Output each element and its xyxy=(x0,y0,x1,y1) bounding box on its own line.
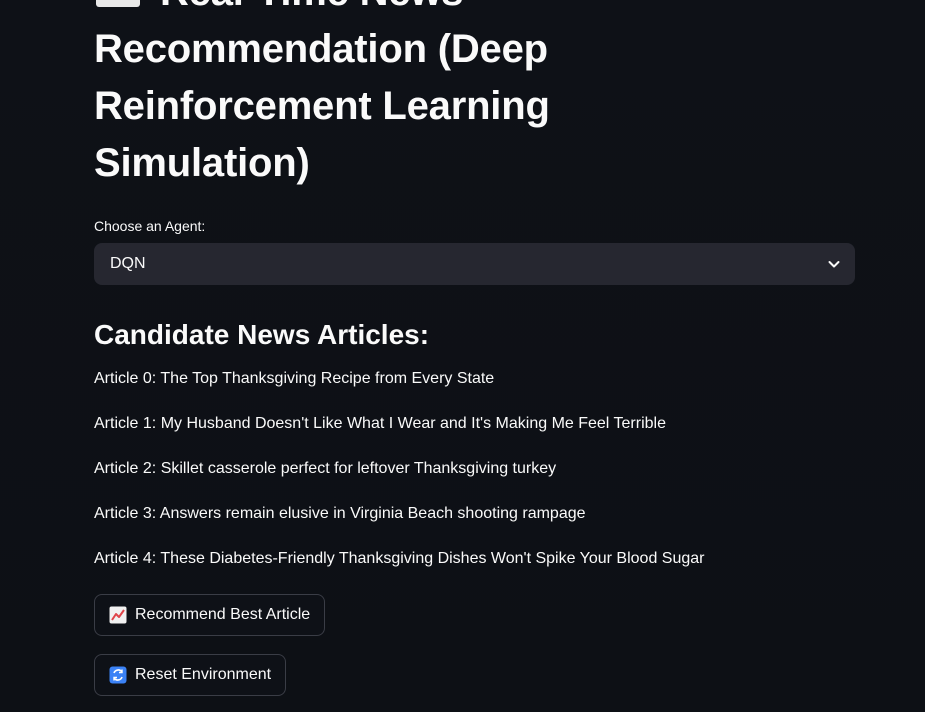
list-item: Article 0: The Top Thanksgiving Recipe f… xyxy=(94,370,495,387)
agent-select-value: DQN xyxy=(110,255,146,272)
chart-increasing-icon xyxy=(109,606,127,624)
list-item: Article 1: My Husband Doesn't Like What … xyxy=(94,415,666,432)
newspaper-icon xyxy=(96,0,140,7)
page-title-text: Real-Time News Recommendation (Deep Rein… xyxy=(94,0,550,185)
agent-select-label: Choose an Agent: xyxy=(94,218,206,234)
list-item: Article 4: These Diabetes-Friendly Thank… xyxy=(94,550,705,567)
recommend-best-article-button[interactable]: Recommend Best Article xyxy=(94,594,326,636)
chevron-down-icon[interactable] xyxy=(827,257,841,271)
reset-environment-button[interactable]: Reset Environment xyxy=(94,654,287,696)
list-item: Article 2: Skillet casserole perfect for… xyxy=(94,460,557,477)
reset-environment-label: Reset Environment xyxy=(135,666,272,683)
recommend-best-article-label: Recommend Best Article xyxy=(135,606,311,623)
app-page: Real-Time News Recommendation (Deep Rein… xyxy=(0,0,925,712)
candidate-articles-list: Article 0: The Top Thanksgiving Recipe f… xyxy=(94,369,855,569)
page-title: Real-Time News Recommendation (Deep Rein… xyxy=(94,0,654,192)
candidate-articles-heading: Candidate News Articles: xyxy=(94,319,430,350)
list-item: Article 3: Answers remain elusive in Vir… xyxy=(94,505,586,522)
agent-select[interactable]: DQN xyxy=(94,243,855,285)
refresh-icon xyxy=(109,666,127,684)
main-content: Real-Time News Recommendation (Deep Rein… xyxy=(94,0,855,696)
